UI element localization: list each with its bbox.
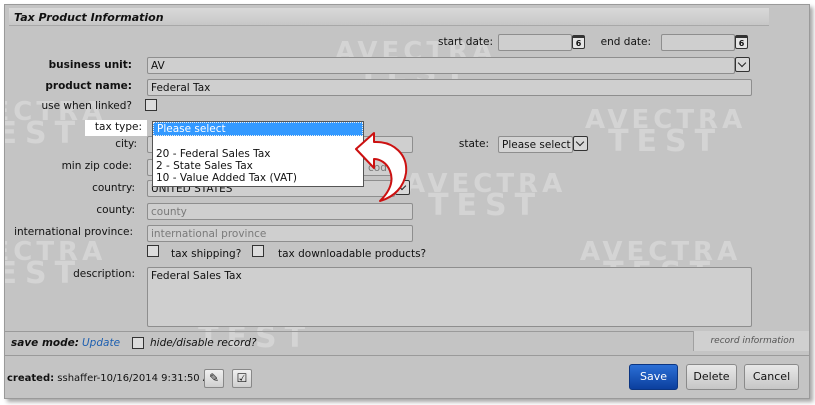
- use-when-linked-label: use when linked?: [41, 100, 132, 112]
- save-mode-link[interactable]: Update: [82, 337, 120, 349]
- record-information-tab[interactable]: record information: [693, 331, 809, 351]
- watermark: AVECTRATEST: [585, 105, 747, 159]
- tax-downloadable-checkbox[interactable]: [252, 245, 264, 257]
- tax-product-form-window: AVECTRATEST AVECTRATEST AVECTRATEST AVEC…: [4, 4, 810, 399]
- city-label: city:: [115, 138, 137, 150]
- chevron-down-icon[interactable]: [573, 136, 588, 151]
- tax-downloadable-label: tax downloadable products?: [278, 248, 427, 260]
- tax-shipping-label: tax shipping?: [171, 248, 242, 260]
- calendar-icon[interactable]: 6: [735, 35, 748, 49]
- start-date-label: start date:: [437, 36, 493, 48]
- hide-disable-checkbox[interactable]: [132, 337, 144, 349]
- edit-icon[interactable]: ☑: [232, 369, 252, 388]
- chevron-down-icon[interactable]: [735, 57, 750, 72]
- description-textarea[interactable]: Federal Sales Tax: [147, 267, 752, 327]
- created-info: created: sshaffer-10/16/2014 9:31:50 AM: [7, 373, 218, 384]
- tax-type-option[interactable]: 10 - Value Added Tax (VAT): [153, 172, 363, 184]
- tax-type-option[interactable]: 20 - Federal Sales Tax: [153, 148, 363, 160]
- description-label: description:: [73, 268, 135, 280]
- watermark: AVECTRATEST: [405, 169, 567, 223]
- divider: [5, 355, 809, 356]
- cancel-button[interactable]: Cancel: [744, 364, 799, 390]
- form-title: Tax Product Information: [9, 8, 769, 26]
- tax-shipping-checkbox[interactable]: [147, 245, 159, 257]
- hide-disable-label: hide/disable record?: [150, 337, 257, 349]
- business-unit-label: business unit:: [48, 59, 132, 71]
- product-name-input[interactable]: Federal Tax: [147, 79, 752, 96]
- delete-button[interactable]: Delete: [686, 364, 737, 390]
- tax-type-option[interactable]: [153, 136, 363, 148]
- county-input[interactable]: county: [147, 203, 413, 220]
- international-province-label: international province:: [14, 226, 133, 238]
- brush-icon[interactable]: ✎: [204, 369, 224, 388]
- tax-type-dropdown-list[interactable]: Please select 20 - Federal Sales Tax 2 -…: [152, 121, 364, 187]
- end-date-label: end date:: [600, 36, 651, 48]
- calendar-icon[interactable]: 6: [572, 35, 585, 49]
- use-when-linked-checkbox[interactable]: [145, 99, 157, 111]
- created-label: created:: [7, 373, 55, 384]
- end-date-input[interactable]: [661, 34, 735, 51]
- start-date-input[interactable]: [498, 34, 572, 51]
- curved-arrow-icon: [355, 132, 408, 202]
- tax-type-option[interactable]: 2 - State Sales Tax: [153, 160, 363, 172]
- created-value: sshaffer-10/16/2014 9:31:50 AM: [57, 373, 219, 384]
- tax-type-option[interactable]: Please select: [153, 122, 363, 136]
- county-label: county:: [96, 204, 135, 216]
- save-mode-label: save mode:: [11, 337, 79, 349]
- tax-type-label: tax type:: [85, 120, 147, 136]
- save-button[interactable]: Save: [629, 364, 678, 390]
- divider: [5, 331, 809, 332]
- product-name-label: product name:: [45, 80, 132, 92]
- country-label: country:: [92, 182, 135, 194]
- international-province-input[interactable]: international province: [147, 225, 413, 242]
- business-unit-select[interactable]: AV: [147, 57, 735, 74]
- min-zip-code-label: min zip code:: [61, 160, 132, 172]
- state-select[interactable]: Please select: [498, 136, 573, 153]
- state-label: state:: [458, 138, 489, 150]
